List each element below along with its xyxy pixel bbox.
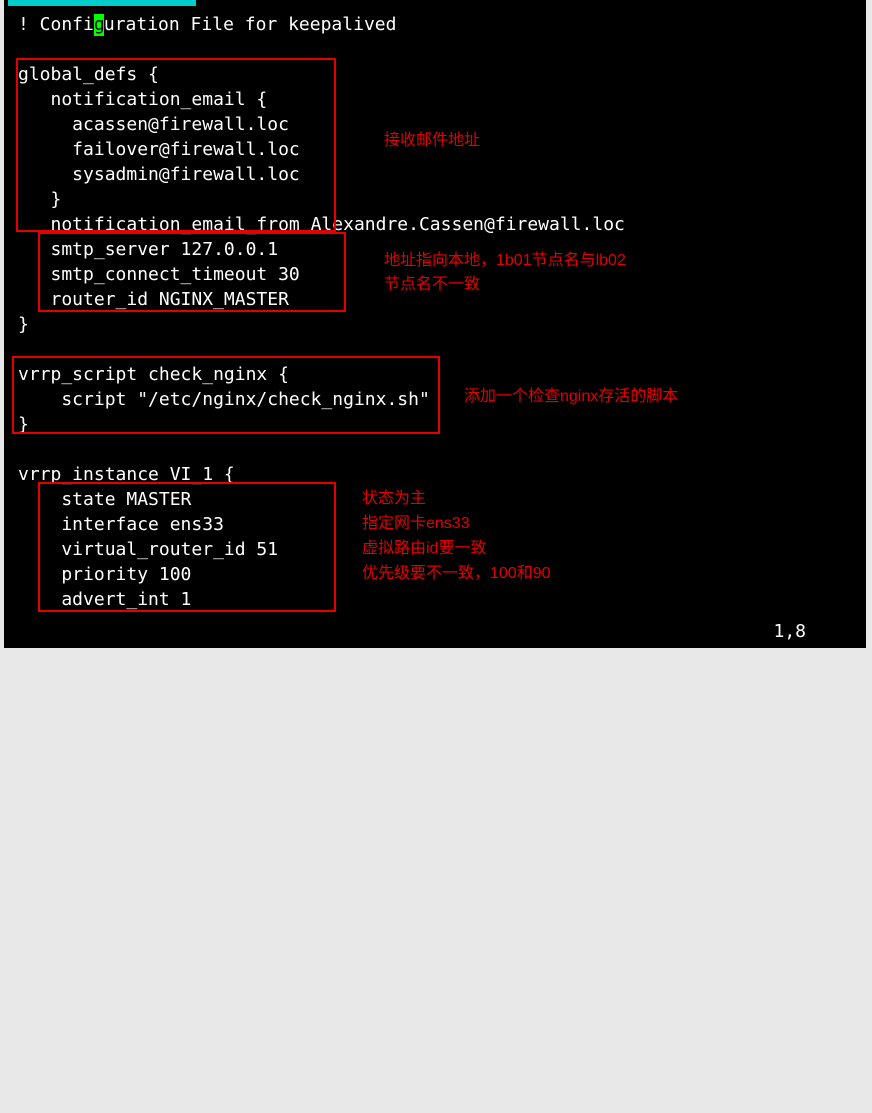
- title-before: ! Confi: [18, 14, 94, 35]
- annotation-priority: 优先级要不一致，100和90: [362, 563, 551, 585]
- annotation-smtp-line2: 节点名不一致: [384, 274, 480, 296]
- editor-line: global_defs {: [18, 64, 856, 86]
- editor-line: state MASTER: [18, 489, 856, 511]
- editor-line: }: [18, 314, 856, 336]
- window-topbar-fragment: [8, 0, 196, 6]
- editor-line: notification_email {: [18, 89, 856, 111]
- terminal-window[interactable]: ! Configuration File for keepalived glob…: [4, 0, 866, 648]
- annotation-state: 状态为主: [362, 488, 426, 510]
- editor-line: }: [18, 414, 856, 436]
- editor-line: [18, 39, 856, 61]
- editor-line: vrrp_instance VI_1 {: [18, 464, 856, 486]
- editor-line: [18, 339, 856, 361]
- vim-status-pos: 1,8: [773, 621, 806, 642]
- editor-line: notification_email_from Alexandre.Cassen…: [18, 214, 856, 236]
- cursor: g: [94, 14, 104, 36]
- editor-line: vrrp_script check_nginx {: [18, 364, 856, 386]
- annotation-vrid: 虚拟路由id要一致: [362, 538, 486, 560]
- editor-line-title: ! Configuration File for keepalived: [18, 14, 856, 36]
- annotation-interface: 指定网卡ens33: [362, 513, 470, 535]
- editor-line: [18, 439, 856, 461]
- annotation-recv-email: 接收邮件地址: [384, 130, 480, 152]
- editor-line: advert_int 1: [18, 589, 856, 611]
- editor-line: }: [18, 189, 856, 211]
- editor-line: script "/etc/nginx/check_nginx.sh": [18, 389, 856, 411]
- title-after: uration File for keepalived: [104, 14, 397, 35]
- editor-line: sysadmin@firewall.loc: [18, 164, 856, 186]
- annotation-smtp-line1: 地址指向本地，1b01节点名与lb02: [384, 250, 626, 272]
- annotation-script: 添加一个检查nginx存活的脚本: [464, 386, 678, 408]
